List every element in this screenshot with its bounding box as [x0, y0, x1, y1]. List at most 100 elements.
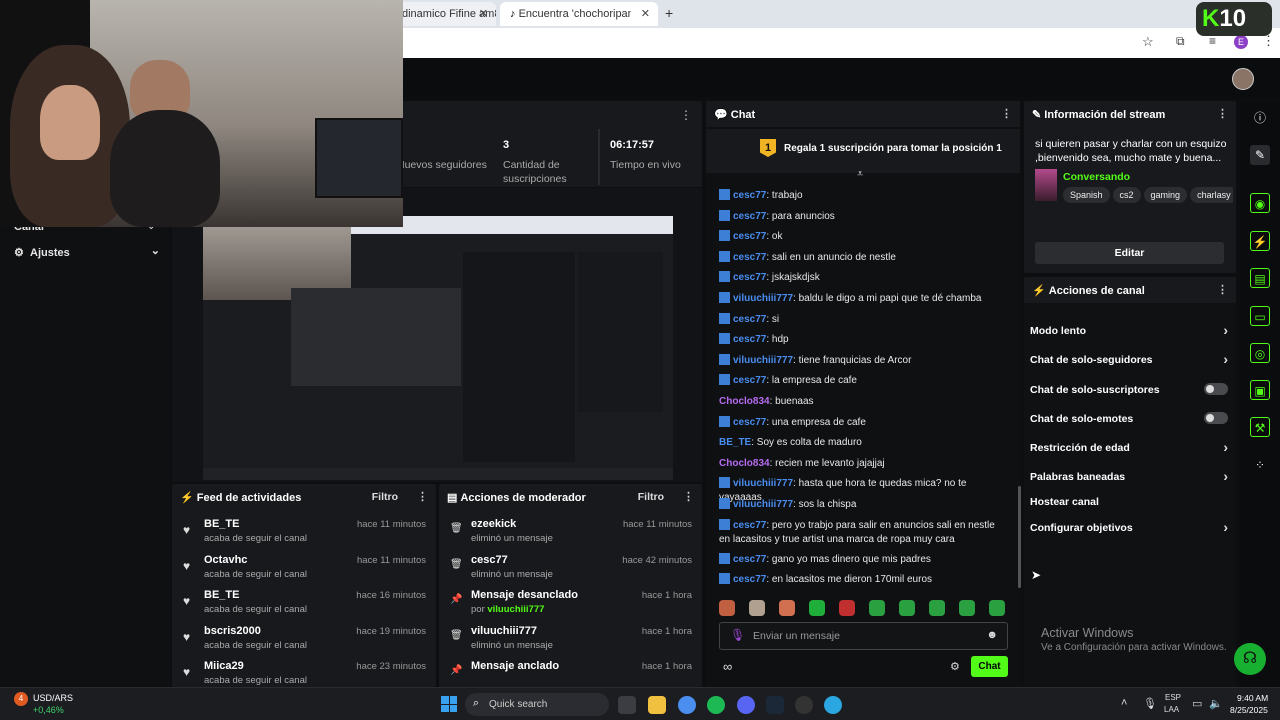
chat-username[interactable]: cesc77: [733, 554, 766, 565]
emote-icon[interactable]: [959, 600, 975, 616]
steam-icon[interactable]: [766, 696, 784, 714]
chat-username[interactable]: cesc77: [733, 417, 766, 428]
bookmark-star-icon[interactable]: ☆: [1142, 34, 1154, 50]
chat-username[interactable]: viluuchiii777: [733, 478, 793, 489]
chat-message[interactable]: cesc77: la empresa de cafe: [719, 374, 1004, 388]
chat-message[interactable]: cesc77: jskajskdjsk: [719, 271, 1004, 285]
filter-button[interactable]: Filtro: [372, 491, 398, 503]
moderator-sub-user[interactable]: viluuchiii777: [487, 604, 544, 615]
microphone-tray-icon[interactable]: 🎙: [1143, 697, 1157, 710]
activity-item[interactable]: ♥ Octavhc acaba de seguir el canal hace 11 …: [172, 550, 436, 586]
activity-user[interactable]: BE_TE: [204, 589, 239, 601]
chat-message[interactable]: Choclo834: recien me levanto jajajjaj: [719, 457, 1004, 471]
moderator-action[interactable]: cesc77: [471, 554, 508, 566]
chat-message[interactable]: viluuchiii777: sos la chispa: [719, 498, 1004, 512]
spotify-icon[interactable]: [707, 696, 725, 714]
file-explorer-icon[interactable]: [648, 696, 666, 714]
moderation-icon[interactable]: ▣: [1250, 380, 1270, 400]
chat-username[interactable]: Choclo834: [719, 458, 770, 469]
more-options-icon[interactable]: ⋮: [1217, 107, 1228, 120]
chat-message[interactable]: cesc77: trabajo: [719, 189, 1004, 203]
more-options-icon[interactable]: ⋮: [680, 108, 692, 122]
chat-username[interactable]: cesc77: [733, 334, 766, 345]
emoji-icon[interactable]: ☻: [986, 629, 998, 641]
emote-icon[interactable]: [839, 600, 855, 616]
moderator-action[interactable]: Mensaje desanclado: [471, 589, 578, 601]
windows-start-icon[interactable]: [441, 696, 457, 712]
info-icon[interactable]: ⓘ: [1250, 108, 1270, 128]
apps-icon[interactable]: ⁘: [1250, 455, 1270, 475]
chat-message[interactable]: cesc77: ok: [719, 230, 1004, 244]
more-options-icon[interactable]: ⋮: [417, 490, 428, 503]
network-icon[interactable]: ▭: [1192, 697, 1202, 710]
activity-user[interactable]: Octavhc: [204, 554, 247, 566]
nav-item-ajustes[interactable]: ⚙ Ajustes ⌄: [14, 245, 160, 259]
emote-icon[interactable]: [809, 600, 825, 616]
emote-icon[interactable]: [869, 600, 885, 616]
microphone-icon[interactable]: 🎙: [730, 628, 745, 642]
chat-username[interactable]: cesc77: [733, 314, 766, 325]
chat-icon[interactable]: ▭: [1250, 306, 1270, 326]
new-tab-button[interactable]: +: [665, 5, 673, 21]
channel-action-item[interactable]: Chat de solo-emotes: [1030, 412, 1228, 425]
chat-message[interactable]: Choclo834: buenaas: [719, 395, 1004, 409]
activity-item[interactable]: ♥ Miica29 acaba de seguir el canal hace 23 …: [172, 656, 436, 687]
browser-tab-1[interactable]: dinamico Fifine am8 ✕: [392, 2, 496, 26]
chat-message[interactable]: cesc77: una empresa de cafe: [719, 415, 1004, 430]
chat-username[interactable]: BE_TE: [719, 437, 751, 448]
channel-action-item[interactable]: Chat de solo-suscriptores: [1030, 383, 1228, 396]
activity-item[interactable]: ♥ bscris2000 acaba de seguir el canal hace …: [172, 621, 436, 657]
tab-close-icon[interactable]: ✕: [641, 7, 650, 20]
wrench-icon[interactable]: ⚒: [1250, 417, 1270, 437]
chat-username[interactable]: cesc77: [733, 375, 766, 386]
tab-close-icon[interactable]: ✕: [479, 7, 488, 20]
reading-list-icon[interactable]: ≡: [1209, 34, 1216, 48]
chat-username[interactable]: cesc77: [733, 231, 766, 242]
chat-username[interactable]: cesc77: [733, 520, 766, 531]
channel-action-item[interactable]: Hostear canal: [1030, 496, 1228, 508]
chat-username[interactable]: cesc77: [733, 211, 766, 222]
emote-icon[interactable]: [899, 600, 915, 616]
chat-message[interactable]: cesc77: hdp: [719, 333, 1004, 347]
emote-icon[interactable]: [749, 600, 765, 616]
gear-icon[interactable]: ⚙: [950, 660, 960, 673]
chat-scrollbar[interactable]: [1018, 486, 1021, 588]
filter-button[interactable]: Filtro: [638, 491, 664, 503]
activity-user[interactable]: BE_TE: [204, 518, 239, 530]
moderator-action[interactable]: Mensaje anclado: [471, 660, 559, 672]
chrome-icon[interactable]: [678, 696, 696, 714]
infinity-icon[interactable]: ∞: [723, 659, 732, 674]
clock-time[interactable]: 9:40 AM: [1237, 693, 1268, 703]
chat-message[interactable]: BE_TE: Soy es colta de maduro: [719, 436, 1004, 450]
chat-message[interactable]: viluuchiii777: tiene franquicias de Arco…: [719, 353, 1004, 368]
volume-icon[interactable]: 🔈: [1209, 697, 1223, 710]
edit-button[interactable]: Editar: [1035, 242, 1224, 264]
channel-action-item[interactable]: Configurar objetivos ›: [1030, 519, 1228, 535]
broadcast-icon[interactable]: ◎: [1250, 343, 1270, 363]
moderator-action[interactable]: viluuchiii777: [471, 625, 537, 637]
document-icon[interactable]: ▤: [1250, 268, 1270, 288]
chat-username[interactable]: cesc77: [733, 190, 766, 201]
chat-message[interactable]: cesc77: gano yo mas dinero que mis padre…: [719, 552, 1004, 567]
moderator-item[interactable]: 📌 Mensaje desanclado por viluuchiii777 hace…: [439, 585, 702, 621]
emote-icon[interactable]: [989, 600, 1005, 616]
channel-action-item[interactable]: Palabras baneadas ›: [1030, 468, 1228, 484]
chat-message[interactable]: cesc77: sali en un anuncio de nestle: [719, 250, 1004, 265]
chat-message[interactable]: viluuchiii777: baldu le digo a mi papi q…: [719, 292, 1004, 306]
pencil-icon[interactable]: ✎: [1250, 145, 1270, 165]
discord-icon[interactable]: [737, 696, 755, 714]
channel-action-item[interactable]: Restricción de edad ›: [1030, 439, 1228, 455]
profile-avatar[interactable]: E: [1234, 35, 1248, 49]
moderator-item[interactable]: 🗑 viluuchiii777 eliminó un mensaje hace 1 h…: [439, 621, 702, 657]
more-options-icon[interactable]: ⋮: [1217, 283, 1228, 296]
activity-user[interactable]: Miica29: [204, 660, 244, 672]
stream-preview-video[interactable]: [203, 216, 673, 480]
user-avatar[interactable]: [1232, 68, 1254, 90]
activity-item[interactable]: ♥ BE_TE acaba de seguir el canal hace 11 mi…: [172, 514, 436, 550]
emote-icon[interactable]: [719, 600, 735, 616]
chat-message[interactable]: cesc77: en lacasitos me dieron 170mil eu…: [719, 573, 1004, 587]
chat-username[interactable]: viluuchiii777: [733, 355, 793, 366]
tray-chevron-icon[interactable]: ˄: [1121, 697, 1127, 709]
moderator-action[interactable]: ezeekick: [471, 518, 516, 530]
chat-username[interactable]: viluuchiii777: [733, 499, 793, 510]
